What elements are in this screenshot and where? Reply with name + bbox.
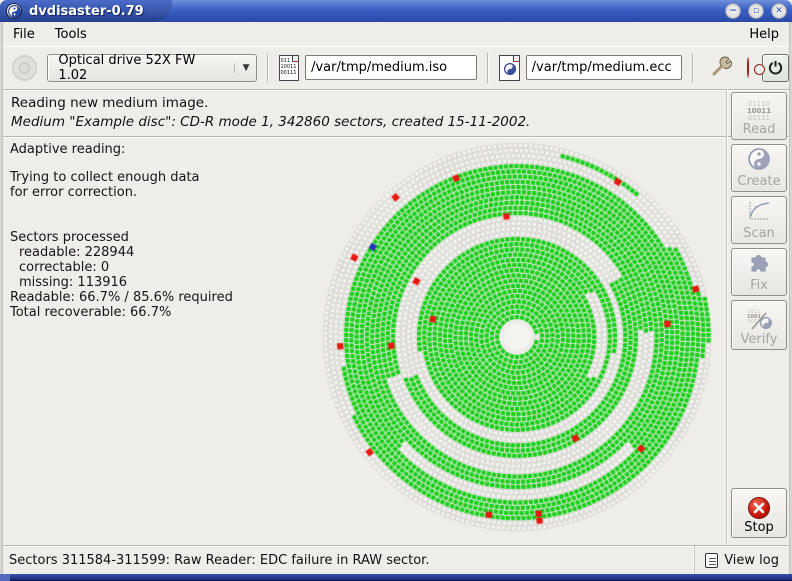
read-label: Read (743, 122, 776, 137)
disc-sector-map (305, 125, 729, 549)
app-logo-icon (6, 3, 22, 19)
close-button[interactable]: ✕ (771, 3, 787, 19)
toolbar-separator (692, 53, 694, 83)
sidebar-separator (726, 89, 728, 544)
fix-button[interactable]: Fix (731, 248, 787, 296)
stop-label: Stop (744, 520, 774, 535)
verify-compare-icon: 0111 1001 0011 (747, 310, 771, 332)
toolbar-separator (267, 53, 269, 83)
stop-icon (748, 497, 770, 519)
view-log-label: View log (724, 553, 779, 568)
create-button[interactable]: Create (731, 144, 787, 192)
readable-summary: Readable: 66.7% / 85.6% required (10, 290, 310, 305)
optical-drive-icon (12, 55, 37, 81)
fix-puzzle-icon (747, 250, 771, 278)
drive-selector[interactable]: Optical drive 52X FW 1.02 ▼ (47, 54, 256, 82)
drive-selector-value: Optical drive 52X FW 1.02 (58, 53, 223, 83)
iso-path-input[interactable] (305, 55, 477, 80)
chevron-down-icon: ▼ (234, 63, 250, 73)
progress-panel: Adaptive reading: Trying to collect enou… (10, 142, 310, 320)
sectors-readable: readable: 228944 (10, 245, 310, 260)
sectors-heading: Sectors processed (10, 230, 310, 245)
sectors-correctable: correctable: 0 (10, 260, 310, 275)
dvdisaster-lifebuoy-icon[interactable] (747, 58, 749, 77)
mode-heading: Adaptive reading: (10, 142, 310, 157)
sectors-missing: missing: 113916 (10, 275, 310, 290)
iso-file-icon: 011 10011 00111 (279, 55, 300, 81)
menu-tools[interactable]: Tools (45, 25, 97, 44)
yin-yang-icon (504, 63, 516, 77)
maximize-button[interactable]: ▫ (748, 3, 764, 19)
status-message: Sectors 311584-311599: Raw Reader: EDC f… (3, 553, 694, 568)
minimize-button[interactable]: − (725, 3, 741, 19)
verify-button[interactable]: 0111 1001 0011 Verify (731, 300, 787, 350)
title-bar[interactable]: dvdisaster-0.79 − ▫ ✕ (0, 0, 792, 22)
create-yinyang-icon (748, 148, 770, 174)
read-binary-icon: 01110 10011 00111 (747, 101, 771, 122)
window-title: dvdisaster-0.79 (29, 4, 144, 19)
scan-button[interactable]: Scan (731, 196, 787, 244)
menu-bar: File Tools Help (3, 22, 789, 46)
ecc-path-input[interactable] (526, 55, 682, 80)
mode-description-2: for error correction. (10, 185, 310, 200)
menu-file[interactable]: File (3, 25, 45, 44)
ecc-file-icon (499, 55, 520, 81)
view-log-button[interactable]: View log (694, 546, 789, 574)
mode-description-1: Trying to collect enough data (10, 170, 310, 185)
action-title: Reading new medium image. (11, 95, 789, 111)
toolbar-separator (487, 53, 489, 83)
log-list-icon (705, 553, 718, 568)
window-border-bottom (0, 574, 792, 581)
toolbar: Optical drive 52X FW 1.02 ▼ 011 10011 00… (3, 46, 789, 88)
preferences-wrench-icon[interactable] (711, 55, 733, 81)
read-button[interactable]: 01110 10011 00111 Read (731, 92, 787, 140)
scan-label: Scan (743, 226, 775, 241)
recoverable-summary: Total recoverable: 66.7% (10, 305, 310, 320)
scan-graph-icon (747, 200, 771, 226)
menu-help[interactable]: Help (739, 25, 789, 44)
fix-label: Fix (750, 278, 768, 293)
power-icon (768, 60, 783, 75)
verify-label: Verify (741, 332, 778, 347)
create-label: Create (737, 174, 780, 189)
status-bar: Sectors 311584-311599: Raw Reader: EDC f… (3, 545, 789, 574)
stop-button[interactable]: Stop (731, 488, 787, 538)
quit-power-button[interactable] (762, 54, 789, 82)
title-tab: dvdisaster-0.79 (0, 0, 172, 22)
app-window: dvdisaster-0.79 − ▫ ✕ File Tools Help Op… (0, 0, 792, 581)
